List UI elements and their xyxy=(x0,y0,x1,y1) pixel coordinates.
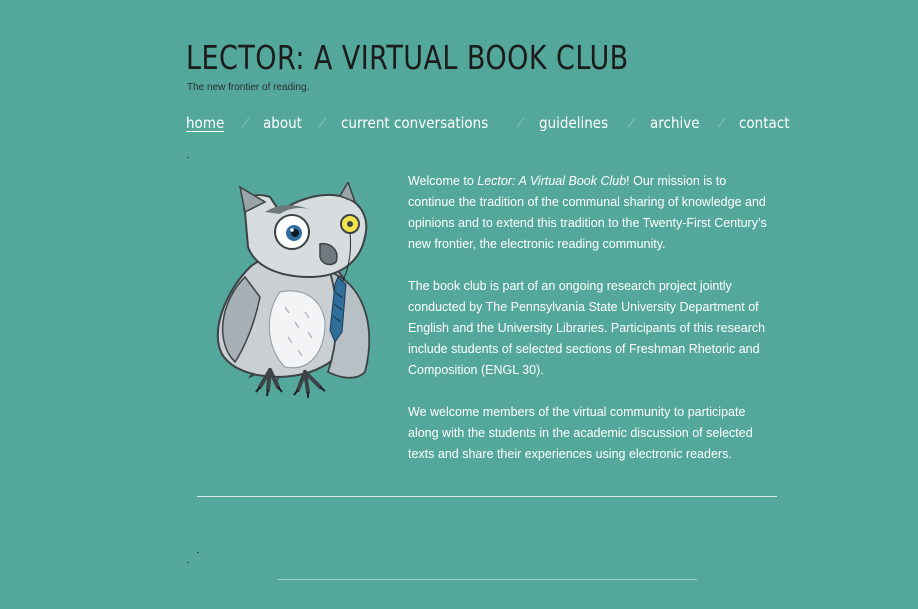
decorative-dot xyxy=(187,157,189,158)
main-content: Welcome to Lector: A Virtual Book Club! … xyxy=(408,171,773,486)
site-title[interactable]: LECTOR: A VIRTUAL BOOK CLUB xyxy=(186,38,629,77)
owl-illustration xyxy=(216,182,371,398)
nav-home[interactable]: home xyxy=(186,114,224,132)
nav-guidelines[interactable]: guidelines xyxy=(539,114,608,132)
nav-separator: / xyxy=(627,115,637,131)
nav-archive[interactable]: archive xyxy=(650,114,700,132)
nav-current-conversations[interactable]: current conversations xyxy=(341,114,488,132)
site-tagline: The new frontier of reading. xyxy=(187,82,310,93)
content-divider xyxy=(197,496,777,497)
welcome-prefix: Welcome to xyxy=(408,174,478,188)
welcome-paragraph: Welcome to Lector: A Virtual Book Club! … xyxy=(408,171,773,255)
club-name: Lector: A Virtual Book Club xyxy=(477,174,627,188)
research-paragraph: The book club is part of an ongoing rese… xyxy=(408,279,766,377)
nav-about[interactable]: about xyxy=(263,114,302,132)
decorative-dot xyxy=(187,562,189,563)
welcome-community-paragraph: We welcome members of the virtual commun… xyxy=(408,405,753,461)
nav-separator: / xyxy=(240,115,250,131)
decorative-dot xyxy=(197,552,199,553)
nav-separator: / xyxy=(716,115,726,131)
nav-contact[interactable]: contact xyxy=(739,114,790,132)
footer-divider xyxy=(277,579,697,580)
nav-separator: / xyxy=(317,115,328,131)
main-nav: home / about / current conversations / g… xyxy=(186,114,795,132)
nav-separator: / xyxy=(515,115,526,131)
